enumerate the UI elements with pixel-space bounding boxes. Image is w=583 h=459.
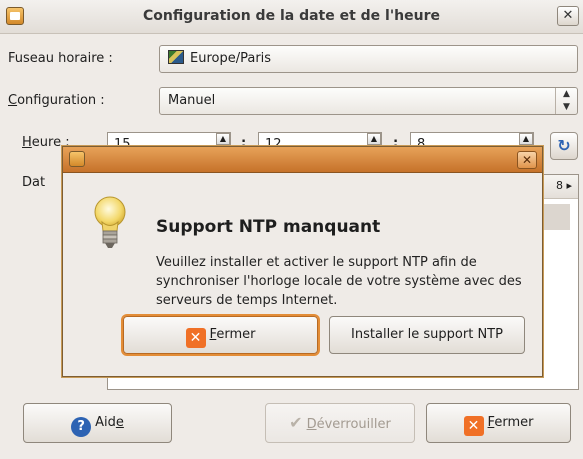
ntp-dialog: ✕ Support NTP manquant Veuillez installe… xyxy=(62,146,543,377)
help-button[interactable]: ? Aide xyxy=(23,403,172,443)
minute-up-button[interactable]: ▲ xyxy=(367,133,381,145)
configuration-label: Configuration : xyxy=(8,93,105,108)
close-x-icon: ✕ xyxy=(463,416,484,436)
second-up-button[interactable]: ▲ xyxy=(519,133,533,145)
timezone-button[interactable]: Europe/Paris xyxy=(159,45,578,73)
dialog-close-action-button[interactable]: ✕ Fermer xyxy=(123,316,318,354)
dialog-app-icon xyxy=(69,151,85,167)
configuration-select[interactable]: Manuel ▲ ▼ xyxy=(159,87,578,115)
refresh-icon: ↻ xyxy=(557,136,571,155)
window-title: Configuration de la date et de l'heure xyxy=(143,8,440,24)
install-ntp-button[interactable]: Installer le support NTP xyxy=(329,316,525,354)
date-label: Dat xyxy=(22,175,46,190)
close-button[interactable]: ✕ Fermer xyxy=(426,403,571,443)
chevron-updown-icon: ▲ ▼ xyxy=(555,88,577,114)
window-titlebar: Configuration de la date et de l'heure ✕ xyxy=(0,0,583,34)
dialog-close-x-icon: ✕ xyxy=(185,328,206,348)
dialog-message: Veuillez installer et activer le support… xyxy=(156,255,522,308)
dialog-heading: Support NTP manquant xyxy=(156,217,381,237)
timezone-flag-icon xyxy=(168,50,184,64)
dialog-close-button[interactable]: ✕ xyxy=(517,151,537,169)
hour-up-button[interactable]: ▲ xyxy=(216,133,230,145)
help-icon: ? xyxy=(71,417,92,437)
refresh-button[interactable]: ↻ xyxy=(550,132,578,160)
configuration-value: Manuel xyxy=(168,93,216,108)
window-close-button[interactable]: ✕ xyxy=(557,6,579,26)
unlock-button[interactable]: ✔ Déverrouiller xyxy=(265,403,415,443)
check-icon: ✔ xyxy=(289,413,303,432)
calendar-next-year[interactable]: 8 ▸ xyxy=(556,179,572,192)
timezone-label: Fuseau horaire : xyxy=(8,51,113,66)
dialog-titlebar: ✕ xyxy=(63,147,542,173)
timezone-value: Europe/Paris xyxy=(190,51,272,66)
lightbulb-icon xyxy=(94,196,126,248)
